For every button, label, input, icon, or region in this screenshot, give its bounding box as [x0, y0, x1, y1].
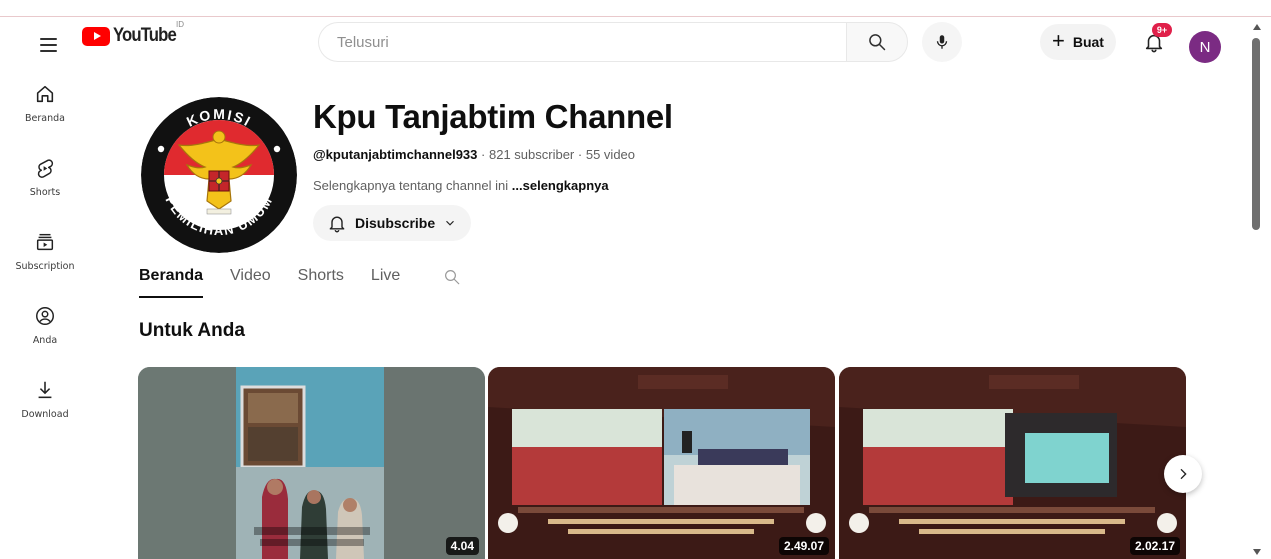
youtube-logo[interactable]: YouTube: [82, 25, 184, 47]
meta-separator: ·: [577, 147, 583, 162]
channel-avatar[interactable]: KOMISI PEMILIHAN UMUM: [141, 97, 297, 253]
notifications-button[interactable]: 9+: [1134, 22, 1174, 62]
download-icon: [33, 378, 57, 402]
search-icon: [445, 270, 460, 285]
shorts-icon: [33, 156, 57, 180]
logo-region-code: ID: [176, 20, 184, 29]
channel-handle: @kputanjabtimchannel933: [313, 147, 478, 162]
sidebar-item-label: Subscription: [15, 261, 75, 272]
tab-shorts[interactable]: Shorts: [298, 258, 344, 298]
sidebar-item-shorts[interactable]: Shorts: [0, 147, 90, 221]
subscribed-label: Disubscribe: [355, 215, 436, 231]
video-thumbnail-3[interactable]: 2.02.17: [839, 367, 1186, 559]
search-icon: [869, 34, 886, 51]
video-thumbnail-image: [839, 367, 1186, 559]
subscribed-button[interactable]: Disubscribe: [313, 205, 472, 241]
video-count: 55 video: [585, 147, 636, 162]
mini-guide-sidebar: Beranda Shorts Subscription Anda Downloa…: [0, 73, 90, 443]
video-thumbnail-image: [138, 367, 485, 559]
search-input[interactable]: [318, 22, 846, 62]
plus-icon: +: [1052, 28, 1065, 53]
carousel-next-button[interactable]: [1164, 455, 1202, 493]
channel-about-link[interactable]: Selengkapnya tentang channel ini ...sele…: [313, 178, 609, 193]
sidebar-item-anda[interactable]: Anda: [0, 295, 90, 369]
search-box: [318, 22, 908, 62]
sidebar-item-label: Shorts: [29, 187, 61, 198]
section-title: Untuk Anda: [139, 320, 245, 341]
sidebar-item-subscription[interactable]: Subscription: [0, 221, 90, 295]
create-label: Buat: [1072, 34, 1104, 50]
video-thumbnail-1[interactable]: 4.04: [138, 367, 485, 559]
channel-meta: @kputanjabtimchannel933 · 821 subscriber…: [313, 147, 635, 162]
channel-search-button[interactable]: [443, 258, 461, 291]
tab-video[interactable]: Video: [230, 258, 271, 298]
chevron-down-icon: [446, 220, 455, 226]
video-duration: 2.49.07: [778, 537, 829, 555]
home-icon: [33, 82, 57, 106]
video-duration: 4.04: [445, 537, 479, 555]
search-button[interactable]: [846, 22, 908, 62]
youtube-play-logo-icon: [82, 26, 110, 46]
subscriptions-icon: [33, 230, 57, 254]
voice-search-button[interactable]: [922, 22, 962, 62]
video-thumbnail-image: [488, 367, 835, 559]
sidebar-item-label: Beranda: [25, 113, 65, 124]
bell-icon: [329, 216, 345, 233]
create-button[interactable]: + Buat: [1040, 24, 1116, 60]
channel-about-text: Selengkapnya tentang channel ini: [313, 178, 509, 193]
notification-count-badge: 9+: [1152, 23, 1172, 37]
sidebar-item-beranda[interactable]: Beranda: [0, 73, 90, 147]
video-duration: 2.02.17: [1129, 537, 1180, 555]
subscriber-count: 821 subscriber: [488, 147, 575, 162]
logo-text: YouTube: [113, 25, 177, 46]
channel-name: Kpu Tanjabtim Channel: [313, 98, 673, 135]
meta-separator: ·: [481, 147, 486, 162]
channel-tabs: Beranda Video Shorts Live: [139, 258, 461, 300]
you-icon: [33, 304, 57, 328]
more-link[interactable]: ...selengkapnya: [512, 178, 609, 193]
scrollbar-thumb[interactable]: [1252, 38, 1260, 230]
microphone-icon: [936, 35, 948, 49]
masthead: YouTube ID + Buat 9+ N: [0, 17, 1246, 73]
sidebar-item-label: Download: [21, 409, 69, 420]
sidebar-item-label: Anda: [32, 335, 58, 346]
video-thumbnail-2[interactable]: 2.49.07: [488, 367, 835, 559]
tab-live[interactable]: Live: [371, 258, 400, 298]
chevron-right-icon: [1180, 468, 1187, 480]
guide-menu-icon[interactable]: [28, 25, 68, 65]
account-avatar[interactable]: N: [1189, 31, 1221, 63]
sidebar-item-download[interactable]: Download: [0, 369, 90, 443]
scroll-down-arrow-icon[interactable]: [1253, 549, 1261, 555]
scroll-up-arrow-icon[interactable]: [1253, 24, 1261, 30]
tab-beranda[interactable]: Beranda: [139, 258, 204, 298]
